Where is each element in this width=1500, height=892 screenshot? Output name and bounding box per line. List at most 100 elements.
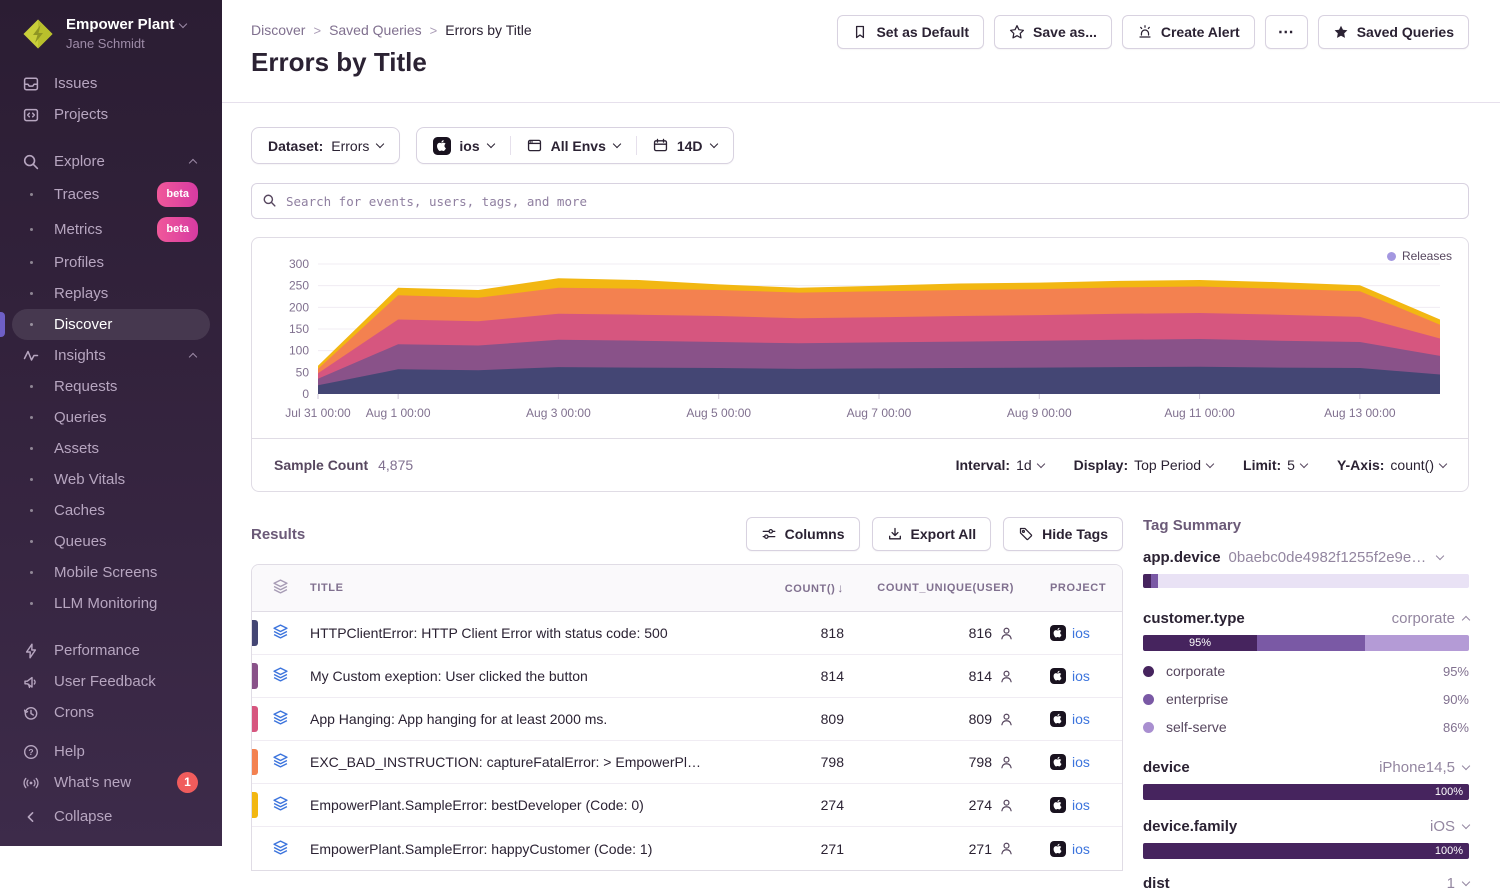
sidebar-item-requests[interactable]: Requests <box>12 371 210 402</box>
events-chart[interactable]: 050100150200250300Jul 31 00:00Aug 1 00:0… <box>264 254 1456 432</box>
sidebar-item-issues[interactable]: Issues <box>12 68 210 99</box>
sidebar-item-crons[interactable]: Crons <box>12 697 210 728</box>
interval-selector[interactable]: Interval:1d <box>956 457 1044 473</box>
dataset-selector[interactable]: Dataset: Errors <box>251 127 400 164</box>
tag-legend-row[interactable]: corporate 95% <box>1143 663 1469 679</box>
row-count: 798 <box>704 754 844 770</box>
sidebar-item-whats-new[interactable]: What's new 1 <box>12 767 210 798</box>
chevron-down-icon <box>709 140 717 148</box>
hide-tags-button[interactable]: Hide Tags <box>1003 517 1123 551</box>
sidebar-item-metrics[interactable]: Metrics beta <box>12 212 210 247</box>
bullet-icon <box>20 602 42 605</box>
create-alert-button[interactable]: Create Alert <box>1122 15 1255 49</box>
column-header-count-unique[interactable]: COUNT_UNIQUE(USER) <box>844 582 1014 594</box>
sidebar-item-profiles[interactable]: Profiles <box>12 247 210 278</box>
save-as-button[interactable]: Save as... <box>994 15 1112 49</box>
stack-icon[interactable] <box>272 623 302 643</box>
table-row[interactable]: My Custom exeption: User clicked the but… <box>252 655 1122 698</box>
row-title[interactable]: My Custom exeption: User clicked the but… <box>302 668 704 684</box>
sidebar-item-label: Discover <box>54 314 112 335</box>
sidebar-item-user-feedback[interactable]: User Feedback <box>12 666 210 697</box>
org-switcher[interactable]: Empower Plant Jane Schmidt <box>12 14 210 52</box>
row-project-link[interactable]: ios <box>1014 711 1123 727</box>
stack-icon[interactable] <box>272 839 302 859</box>
sidebar-collapse-button[interactable]: Collapse <box>12 801 210 832</box>
sidebar-item-web-vitals[interactable]: Web Vitals <box>12 464 210 495</box>
svg-text:Aug 11 00:00: Aug 11 00:00 <box>1164 406 1235 420</box>
search-input[interactable] <box>251 183 1469 219</box>
breadcrumb-saved-queries[interactable]: Saved Queries <box>329 22 422 38</box>
table-row[interactable]: HTTPClientError: HTTP Client Error with … <box>252 612 1122 655</box>
sidebar-item-projects[interactable]: Projects <box>12 99 210 130</box>
column-header-project[interactable]: PROJECT <box>1014 582 1123 594</box>
series-color-chip <box>252 749 258 775</box>
sidebar-item-queues[interactable]: Queues <box>12 526 210 557</box>
sidebar-item-label: Insights <box>54 345 106 366</box>
table-row[interactable]: EmpowerPlant.SampleError: happyCustomer … <box>252 827 1122 870</box>
stack-icon[interactable] <box>272 709 302 729</box>
saved-queries-button[interactable]: Saved Queries <box>1318 15 1469 49</box>
page-header: Discover > Saved Queries > Errors by Tit… <box>222 0 1500 103</box>
row-title[interactable]: HTTPClientError: HTTP Client Error with … <box>302 625 704 641</box>
table-row[interactable]: EXC_BAD_INSTRUCTION: captureFatalError: … <box>252 741 1122 784</box>
sidebar: Empower Plant Jane Schmidt Issues Projec… <box>0 0 222 846</box>
row-project-link[interactable]: ios <box>1014 754 1123 770</box>
sidebar-item-discover[interactable]: Discover <box>12 309 210 340</box>
chevron-down-icon[interactable] <box>1435 552 1443 560</box>
tag-summary-panel: Tag Summary app.device 0baebc0de4982f125… <box>1143 517 1469 892</box>
row-project-link[interactable]: ios <box>1014 841 1123 857</box>
tag-distribution-bar[interactable] <box>1143 574 1469 588</box>
chevron-down-icon[interactable] <box>1462 878 1470 886</box>
stack-icon[interactable] <box>272 666 302 686</box>
export-all-button[interactable]: Export All <box>872 517 992 551</box>
breadcrumb-discover[interactable]: Discover <box>251 22 305 38</box>
stack-icon[interactable] <box>272 752 302 772</box>
more-options-button[interactable]: ⋯ <box>1265 15 1308 49</box>
row-title[interactable]: EmpowerPlant.SampleError: bestDeveloper … <box>302 797 704 813</box>
stack-icon[interactable] <box>272 795 302 815</box>
sidebar-item-assets[interactable]: Assets <box>12 433 210 464</box>
svg-text:Aug 13 00:00: Aug 13 00:00 <box>1324 406 1396 420</box>
sidebar-item-label: Traces <box>54 184 99 205</box>
sidebar-item-help[interactable]: ? Help <box>12 736 210 767</box>
tag-distribution-bar[interactable]: 95% <box>1143 635 1469 651</box>
set-as-default-button[interactable]: Set as Default <box>837 15 984 49</box>
sidebar-item-mobile-screens[interactable]: Mobile Screens <box>12 557 210 588</box>
chevron-down-icon <box>1036 459 1044 467</box>
row-title[interactable]: EmpowerPlant.SampleError: happyCustomer … <box>302 841 704 857</box>
tag-distribution-bar[interactable]: 100% <box>1143 784 1469 800</box>
row-project-link[interactable]: ios <box>1014 668 1123 684</box>
yaxis-selector[interactable]: Y-Axis:count() <box>1337 457 1446 473</box>
row-title[interactable]: EXC_BAD_INSTRUCTION: captureFatalError: … <box>302 754 704 770</box>
sidebar-item-llm-monitoring[interactable]: LLM Monitoring <box>12 588 210 619</box>
row-title[interactable]: App Hanging: App hanging for at least 20… <box>302 711 704 727</box>
sidebar-item-explore[interactable]: Explore <box>12 146 210 177</box>
project-filter[interactable]: ios <box>417 128 509 163</box>
sidebar-item-performance[interactable]: Performance <box>12 635 210 666</box>
sidebar-item-replays[interactable]: Replays <box>12 278 210 309</box>
sidebar-item-traces[interactable]: Traces beta <box>12 177 210 212</box>
sidebar-item-caches[interactable]: Caches <box>12 495 210 526</box>
table-row[interactable]: EmpowerPlant.SampleError: bestDeveloper … <box>252 784 1122 827</box>
row-project-link[interactable]: ios <box>1014 797 1123 813</box>
row-project-link[interactable]: ios <box>1014 625 1123 641</box>
sidebar-item-label: Web Vitals <box>54 469 125 490</box>
chevron-down-icon[interactable] <box>1462 762 1470 770</box>
table-row[interactable]: App Hanging: App hanging for at least 20… <box>252 698 1122 741</box>
tag-legend-row[interactable]: enterprise 90% <box>1143 691 1469 707</box>
sidebar-item-queries[interactable]: Queries <box>12 402 210 433</box>
column-header-count[interactable]: COUNT()↓ <box>704 581 844 595</box>
column-header-title[interactable]: TITLE <box>302 582 704 594</box>
bullet-icon <box>20 323 42 326</box>
date-range-filter[interactable]: 14D <box>636 128 733 163</box>
sidebar-item-insights[interactable]: Insights <box>12 340 210 371</box>
display-selector[interactable]: Display:Top Period <box>1074 457 1213 473</box>
chevron-down-icon[interactable] <box>1462 821 1470 829</box>
chevron-up-icon[interactable] <box>1462 616 1470 624</box>
environment-filter[interactable]: All Envs <box>510 128 636 163</box>
limit-selector[interactable]: Limit:5 <box>1243 457 1307 473</box>
tag-distribution-bar[interactable]: 100% <box>1143 843 1469 859</box>
columns-button[interactable]: Columns <box>746 517 860 551</box>
user-icon <box>999 798 1014 813</box>
tag-legend-row[interactable]: self-serve 86% <box>1143 719 1469 735</box>
